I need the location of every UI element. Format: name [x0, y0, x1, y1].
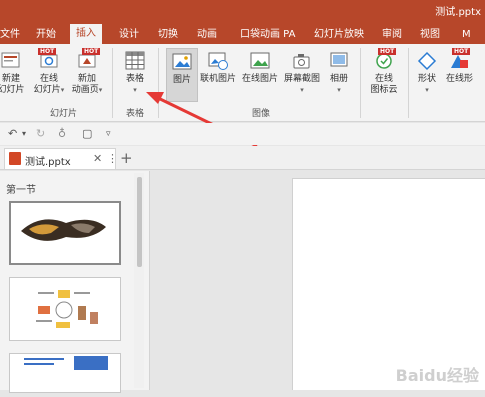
customize-toolbar-icon[interactable]: ▿: [106, 129, 111, 139]
slide-thumbnail-panel: 第一节: [0, 171, 150, 393]
format-painter-icon[interactable]: ♁: [58, 127, 66, 140]
scrollbar-thumb[interactable]: [137, 177, 142, 267]
quick-access-toolbar: ↶ ▾ ↻ ♁ ▢ ▿: [0, 123, 485, 145]
document-tab[interactable]: 测试.pptx ✕ ⋮: [4, 148, 118, 169]
section-label: 第一节: [6, 185, 36, 196]
chevron-down-icon[interactable]: ▾: [22, 129, 26, 138]
undo-icon[interactable]: ↶: [8, 127, 17, 140]
slide-thumbnail-2[interactable]: [9, 277, 121, 341]
slide-2-preview: [36, 290, 98, 328]
slide-thumbnail-1[interactable]: [9, 201, 121, 265]
slide-1-preview: [21, 219, 106, 241]
document-tabs: 测试.pptx ✕ ⋮ +: [0, 146, 485, 170]
more-vertical-icon[interactable]: ⋮: [107, 152, 118, 165]
document-tab-label: 测试.pptx: [25, 157, 71, 168]
slide-thumbnail-3[interactable]: [9, 353, 121, 393]
close-icon[interactable]: ✕: [93, 152, 102, 165]
slide-3-preview: [24, 356, 108, 370]
add-tab-icon[interactable]: +: [120, 149, 133, 167]
redo-icon[interactable]: ↻: [36, 127, 45, 140]
pptx-file-icon: [9, 152, 21, 165]
new-file-icon[interactable]: ▢: [82, 127, 92, 140]
watermark: Baidu经验: [395, 366, 479, 385]
slide-canvas[interactable]: Baidu经验: [292, 178, 485, 390]
